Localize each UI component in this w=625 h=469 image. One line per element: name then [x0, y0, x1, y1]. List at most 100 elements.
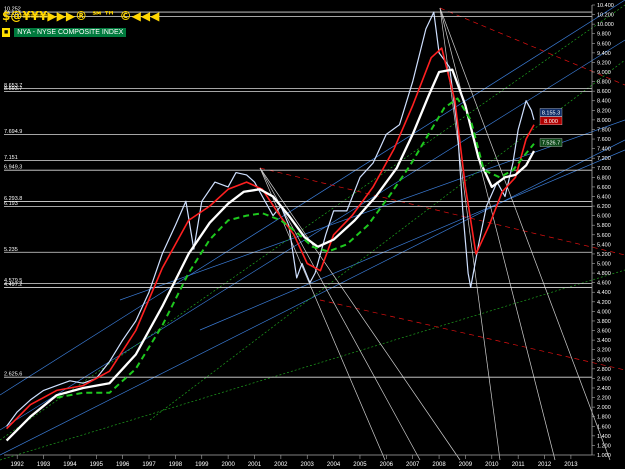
legend-label: NYA - NYSE COMPOSITE INDEX: [14, 28, 127, 37]
y-tick-label: 5.600: [597, 233, 611, 239]
y-tick-label: 8.000: [597, 118, 611, 124]
x-tick-label: 2007: [406, 462, 420, 468]
trendline: [439, 7, 556, 461]
trendline: [0, 39, 625, 431]
trendline: [119, 119, 625, 301]
level-label: 7.694.9: [4, 129, 22, 135]
y-tick-label: 6.000: [597, 214, 611, 220]
x-tick-label: 2009: [459, 462, 473, 468]
y-tick-label: 1.200: [597, 443, 611, 449]
y-tick-label: 6.800: [597, 175, 611, 181]
trendline: [439, 7, 611, 461]
x-tick-label: 1995: [90, 462, 104, 468]
y-tick-label: 8.800: [597, 80, 611, 86]
trendline: [259, 167, 421, 461]
trendline: [0, 269, 625, 461]
x-tick-label: 2004: [327, 462, 341, 468]
y-tick-label: 2.200: [597, 396, 611, 402]
x-tick-label: 2010: [485, 462, 499, 468]
y-axis: 10.400 10.200 10.000 9.800 9.600 9.400 9.200 9.…: [591, 3, 614, 459]
y-tick-label: 8.600: [597, 89, 611, 95]
y-tick-label: 9.400: [597, 51, 611, 57]
y-tick-label: 3.400: [597, 338, 611, 344]
level-label: 7.151: [4, 155, 18, 161]
x-axis: 1992 1993 1994 1995 1996 1997 1998 1999 2000 2001…: [4, 454, 592, 468]
horizontal-levels: 10.25210.1628.653.78.593.77.694.97.1516.…: [4, 7, 592, 378]
x-tick-label: 2011: [512, 462, 526, 468]
trendline: [319, 299, 625, 371]
series-line-ma-dashed: [56, 97, 535, 399]
x-tick-label: 2008: [432, 462, 446, 468]
y-tick-label: 6.600: [597, 185, 611, 191]
x-tick-label: 1996: [116, 462, 130, 468]
x-tick-label: 1994: [63, 462, 77, 468]
y-tick-label: 7.600: [597, 137, 611, 143]
right-badges: 8.155.3 8.000 7.526.7: [539, 108, 563, 147]
y-tick-label: 10.400: [597, 3, 614, 9]
toolbar-glyph-text: $@¥¥¥▶▶▶® ℠™ ©◀◀◀: [2, 9, 160, 23]
level-label: 4.497.2: [4, 282, 22, 288]
level-label: 6.949.3: [4, 165, 22, 171]
y-tick-label: 7.800: [597, 127, 611, 133]
trendline: [259, 167, 461, 461]
toolbar-glyphs[interactable]: $@¥¥¥▶▶▶® ℠™ ©◀◀◀: [2, 8, 159, 24]
y-tick-label: 3.000: [597, 357, 611, 363]
y-tick-label: 4.600: [597, 281, 611, 287]
y-tick-label: 9.200: [597, 60, 611, 66]
x-tick-label: 1992: [11, 462, 25, 468]
series-line-ma-short: [6, 47, 535, 430]
y-tick-label: 10.000: [597, 22, 614, 28]
y-tick-label: 8.200: [597, 108, 611, 114]
y-tick-label: 7.000: [597, 166, 611, 172]
x-tick-label: 1993: [37, 462, 51, 468]
y-tick-label: 5.200: [597, 252, 611, 258]
y-tick-label: 6.200: [597, 204, 611, 210]
x-tick-label: 2013: [564, 462, 578, 468]
y-tick-label: 9.600: [597, 41, 611, 47]
y-tick-label: 1.000: [597, 453, 611, 459]
y-tick-label: 2.400: [597, 386, 611, 392]
y-tick-label: 9.800: [597, 32, 611, 38]
y-tick-label: 7.200: [597, 156, 611, 162]
level-label: 5.235: [4, 247, 18, 253]
y-tick-label: 4.000: [597, 309, 611, 315]
trendlines: [0, 0, 625, 461]
y-tick-label: 2.800: [597, 367, 611, 373]
y-tick-label: 2.600: [597, 376, 611, 382]
x-tick-label: 1997: [142, 462, 156, 468]
y-tick-label: 4.800: [597, 271, 611, 277]
value-badge-label: 8.000: [544, 119, 558, 125]
x-tick-label: 1998: [169, 462, 183, 468]
trendline: [0, 0, 625, 396]
y-tick-label: 5.400: [597, 242, 611, 248]
y-tick-label: 4.200: [597, 300, 611, 306]
x-tick-label: 2000: [221, 462, 235, 468]
x-tick-label: 2012: [538, 462, 552, 468]
value-badge-label: 7.526.7: [542, 141, 560, 147]
x-tick-label: 1999: [195, 462, 209, 468]
y-tick-label: 1.400: [597, 434, 611, 440]
x-tick-label: 2003: [301, 462, 315, 468]
trendline: [0, 139, 625, 456]
chart-legend: ■ NYA - NYSE COMPOSITE INDEX: [2, 28, 127, 37]
y-tick-label: 10.200: [597, 13, 614, 19]
trendline: [259, 167, 386, 461]
y-tick-label: 8.400: [597, 99, 611, 105]
y-tick-label: 3.200: [597, 348, 611, 354]
x-tick-label: 2002: [274, 462, 288, 468]
x-tick-label: 2006: [380, 462, 394, 468]
y-tick-label: 4.400: [597, 290, 611, 296]
level-label: 6.193: [4, 201, 18, 207]
level-label: 2.625.6: [4, 372, 22, 378]
trendline: [0, 4, 625, 441]
y-tick-label: 3.600: [597, 329, 611, 335]
level-label: 8.593.7: [4, 86, 22, 92]
legend-symbol-icon: ■: [2, 28, 11, 37]
x-tick-label: 2005: [353, 462, 367, 468]
price-chart: 10.25210.1628.653.78.593.77.694.97.1516.…: [0, 0, 625, 468]
y-tick-label: 3.800: [597, 319, 611, 325]
value-badge-label: 8.155.3: [542, 110, 560, 116]
y-tick-label: 6.400: [597, 194, 611, 200]
x-tick-label: 2001: [248, 462, 262, 468]
trendline: [259, 167, 625, 256]
